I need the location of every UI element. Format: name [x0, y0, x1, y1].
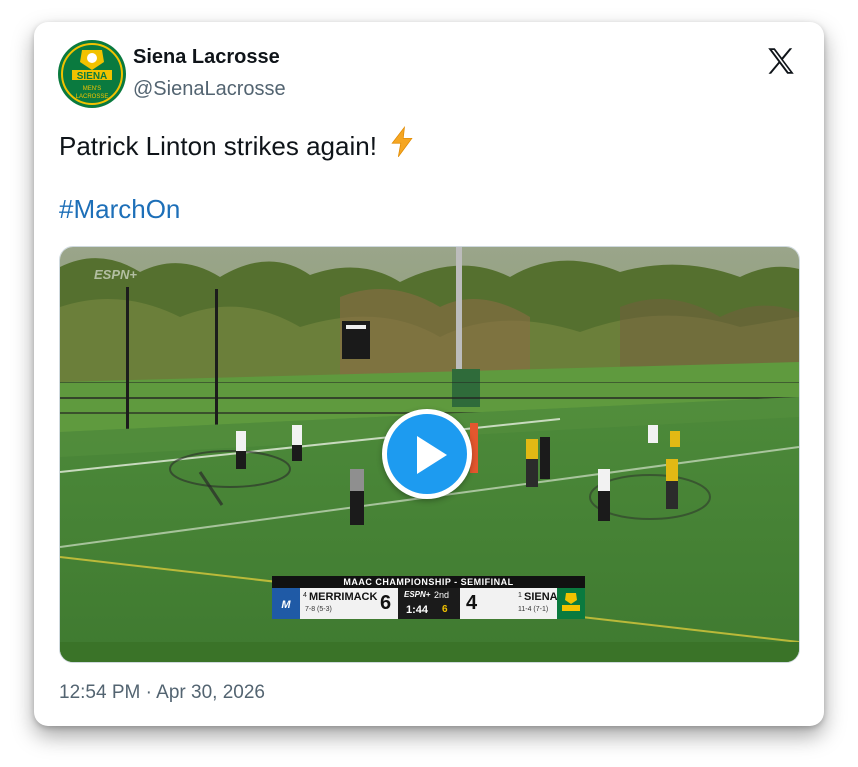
away-rank: 4 [303, 592, 307, 599]
scorebug-away-team: M 4 MERRIMACK 7-8 (5-3) 6 [272, 588, 398, 619]
account-handle[interactable]: @SienaLacrosse [133, 78, 286, 101]
scorebug: MAAC CHAMPIONSHIP - SEMIFINAL M 4 MERRIM… [272, 576, 585, 621]
scorebug-game-info: ESPN+ 2nd 1:44 6 [398, 588, 460, 619]
scorebug-home-team: 4 1 SIENA 11-4 (7-1) [460, 588, 585, 619]
tweet-text: Patrick Linton strikes again! [59, 125, 417, 165]
video-player[interactable]: ESPN+ MAAC CHAMPIONSHIP - SEMIFINAL M 4 … [59, 246, 800, 663]
scorebug-title: MAAC CHAMPIONSHIP - SEMIFINAL [272, 576, 585, 588]
play-button[interactable] [382, 409, 472, 499]
lightning-bolt-icon [387, 125, 417, 165]
svg-text:M: M [281, 599, 291, 611]
away-score: 6 [380, 592, 392, 614]
tweet-timestamp[interactable]: 12:54 PM · Apr 30, 2026 [59, 682, 265, 704]
espn-watermark: ESPN+ [94, 267, 137, 282]
scorebug-clock: 1:44 [406, 604, 429, 616]
home-name: SIENA [524, 591, 558, 603]
tweet-text-content: Patrick Linton strikes again! [59, 131, 377, 161]
home-record: 11-4 (7-1) [518, 606, 549, 613]
scorebug-row: M 4 MERRIMACK 7-8 (5-3) 6 ESPN+ 2nd 1:44… [272, 588, 585, 619]
home-score: 4 [466, 592, 478, 614]
play-icon [417, 436, 447, 474]
siena-logo-icon: SIENA MEN'S LACROSSE [59, 41, 125, 107]
avatar[interactable]: SIENA MEN'S LACROSSE [58, 40, 126, 108]
hashtag-link[interactable]: #MarchOn [59, 194, 180, 225]
account-name[interactable]: Siena Lacrosse [133, 46, 280, 69]
home-rank: 1 [518, 592, 522, 599]
scorebug-shot-clock: 6 [442, 604, 448, 615]
tweet-card: SIENA MEN'S LACROSSE Siena Lacrosse @Sie… [34, 22, 824, 726]
merrimack-logo-icon: M [272, 588, 300, 619]
scorebug-network: ESPN+ [404, 590, 431, 599]
svg-text:LACROSSE: LACROSSE [76, 94, 109, 100]
svg-text:SIENA: SIENA [77, 71, 108, 82]
away-record: 7-8 (5-3) [305, 606, 332, 613]
away-name: MERRIMACK [309, 591, 378, 603]
siena-small-logo-icon [557, 588, 585, 619]
scorebug-period: 2nd [434, 590, 450, 600]
svg-text:MEN'S: MEN'S [83, 86, 101, 92]
x-logo-icon[interactable] [764, 44, 798, 78]
